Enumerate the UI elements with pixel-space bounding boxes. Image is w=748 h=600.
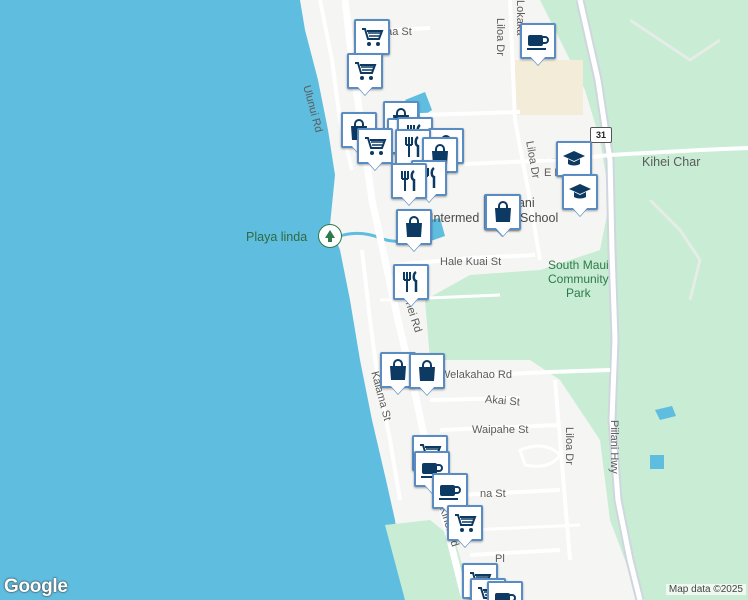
marker-pointer — [406, 242, 422, 251]
cart-marker[interactable] — [347, 53, 383, 97]
school-area — [515, 60, 583, 115]
street-label-hale-kuai: Hale Kuai St — [440, 256, 502, 268]
marker-pointer — [357, 86, 373, 95]
pool — [650, 455, 664, 469]
cart-icon — [354, 19, 390, 55]
street-label-liloa-s: Liloa Dr — [563, 427, 575, 465]
school-marker[interactable] — [562, 174, 598, 218]
restaurant-icon — [391, 163, 427, 199]
map-attribution[interactable]: Map data ©2025 — [665, 584, 746, 595]
shopping-bag-icon — [396, 209, 432, 245]
park-label: South Maui Community Park — [548, 258, 609, 300]
marker-pointer — [419, 386, 435, 395]
restaurant-icon — [393, 264, 429, 300]
street-label-waipahe: Waipahe St — [472, 424, 529, 436]
marker-pointer — [457, 538, 473, 547]
coffee-icon — [520, 23, 556, 59]
marker-pointer — [390, 385, 406, 394]
marker-pointer — [572, 207, 588, 216]
marker-pointer — [403, 297, 419, 306]
shopping-bag-icon — [409, 353, 445, 389]
school-label: Intermed — [430, 211, 480, 225]
coffee-icon — [487, 581, 523, 600]
highway-shield: 31 — [590, 127, 612, 143]
shop-marker[interactable] — [485, 194, 521, 238]
street-label-na: na St — [480, 488, 506, 500]
marker-pointer — [367, 161, 383, 170]
playa-linda-label: Playa linda — [246, 230, 308, 244]
cart-icon — [447, 505, 483, 541]
street-label-welakahao: Welakahao Rd — [440, 369, 512, 381]
restaurant-marker[interactable] — [391, 163, 427, 207]
map-canvas[interactable]: South Maui Community Park Kihei Char Pla… — [0, 0, 748, 600]
street-label-liloa-n: Liloa Dr — [494, 18, 506, 56]
google-logo: Google — [4, 576, 68, 597]
street-label-piilani: Piilani Hwy — [608, 420, 620, 474]
cart-icon — [357, 128, 393, 164]
cart-marker[interactable] — [357, 128, 393, 172]
graduation-cap-icon — [562, 174, 598, 210]
kihei-charter-label: Kihei Char — [642, 155, 701, 169]
graduation-cap-icon — [556, 141, 592, 177]
school-suffix-label: School — [520, 211, 559, 225]
cart-icon — [347, 53, 383, 89]
coffee-icon — [432, 473, 468, 509]
coffee-marker[interactable] — [487, 581, 523, 600]
restaurant-marker[interactable] — [393, 264, 429, 308]
tree-icon[interactable] — [318, 224, 342, 248]
coffee-marker[interactable] — [520, 23, 556, 67]
marker-pointer — [495, 227, 511, 236]
marker-pointer — [401, 196, 417, 205]
shop-marker[interactable] — [396, 209, 432, 253]
marker-pointer — [530, 56, 546, 65]
cart-marker[interactable] — [447, 505, 483, 549]
shopping-bag-icon — [485, 194, 521, 230]
shop-marker[interactable] — [409, 353, 445, 397]
